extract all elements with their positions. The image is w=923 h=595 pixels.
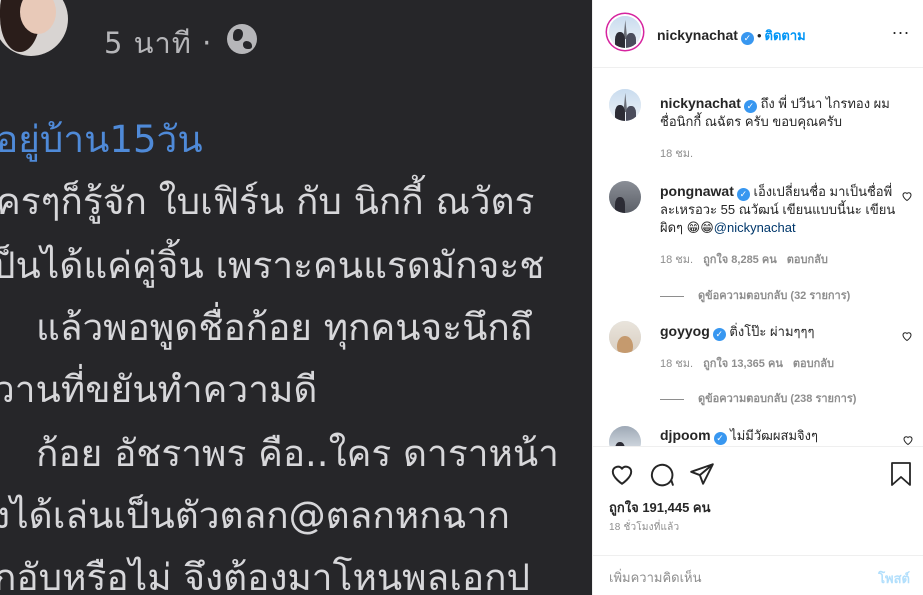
photo-text-line: แล้วพอพูดชื่อก้อย ทุกคนจะนึกถึ [36, 306, 533, 349]
share-paper-plane-icon[interactable] [689, 461, 715, 487]
separator-dot: • [756, 28, 762, 43]
caption: nickynachat ✓ ถึง พี่ ปวีนา ไกรทอง ผมชื่อ… [660, 94, 900, 131]
verified-badge-icon: ✓ [736, 188, 750, 201]
like-comment-icon[interactable] [901, 190, 913, 202]
photo-text-line: อยู่บ้าน15วัน [0, 118, 203, 161]
photo-text-line: งได้เล่นเป็นตัวตลก@ตลกหกฉาก [0, 494, 510, 537]
comment-item: pongnawat ✓ เอ็งเปลี่ยนชื่อ มาเป็นชื่อพี่… [660, 182, 900, 237]
view-replies-button[interactable]: ดูข้อความตอบกลับ (32 รายการ) [660, 286, 850, 304]
post-header: nickynachat ✓ • ติดตาม ... [593, 0, 923, 68]
post-timestamp[interactable]: 18 ชั่วโมงที่แล้ว [609, 520, 679, 535]
comment-username[interactable]: djpoom [660, 427, 711, 443]
comment-likes[interactable]: ถูกใจ 8,285 คน [703, 254, 777, 266]
post-actions-section: ถูกใจ 191,445 คน 18 ชั่วโมงที่แล้ว โพสต์ [593, 446, 923, 595]
photo-text-line: วานที่ขยันทำความดี [0, 368, 318, 411]
comment-meta: 18 ชม. ถูกใจ 8,285 คน ตอบกลับ [660, 250, 838, 268]
photo-text-line: ป็นได้แค่คู่จิ้น เพราะคนแรดมักจะช [0, 244, 545, 287]
verified-badge-icon: ✓ [712, 328, 726, 341]
photo-text-line: ก้อย อัชราพร คือ..ใคร ดาราหน้า [36, 432, 559, 475]
comment-username[interactable]: pongnawat [660, 183, 734, 199]
caption-username[interactable]: nickynachat [660, 95, 741, 111]
view-replies-label: ดูข้อความตอบกลับ (238 รายการ) [698, 393, 857, 405]
comment-meta: 18 ชม. ถูกใจ 13,365 คน ตอบกลับ [660, 354, 844, 372]
reply-button[interactable]: ตอบกลับ [793, 358, 834, 370]
photo-profile-avatar [0, 0, 68, 56]
commenter-avatar[interactable] [609, 321, 641, 353]
comment-item: djpoom ✓ ไม่มีวัฒผสมจิงๆ [660, 426, 900, 445]
bookmark-save-icon[interactable] [889, 461, 913, 487]
verified-badge-icon: ✓ [713, 432, 727, 445]
commenter-avatar[interactable] [609, 426, 641, 446]
photo-text-line: กอับหรือไม่ จึงต้องมาโหนพลเอกป [0, 556, 530, 595]
comment-item: goyyog ✓ ติ่งโป๊ะ ผ่ามๆๆๆ [660, 322, 900, 341]
author-avatar[interactable] [609, 16, 641, 48]
verified-badge-icon: ✓ [743, 100, 757, 113]
verified-badge-icon: ✓ [740, 32, 754, 45]
comment-text: ติ่งโป๊ะ ผ่ามๆๆๆ [729, 324, 815, 339]
reply-button[interactable]: ตอบกลับ [787, 254, 828, 266]
caption-avatar[interactable] [609, 89, 641, 121]
comment-text: ไม่มีวัฒผสมจิงๆ [730, 428, 818, 443]
add-comment-bar: โพสต์ [593, 555, 923, 595]
post-comment-button[interactable]: โพสต์ [878, 568, 910, 589]
post-likes-count[interactable]: ถูกใจ 191,445 คน [609, 497, 711, 518]
comment-likes[interactable]: ถูกใจ 13,365 คน [703, 358, 783, 370]
like-comment-icon[interactable] [902, 434, 914, 446]
like-heart-icon[interactable] [609, 461, 635, 487]
post-side-panel: nickynachat ✓ • ติดตาม ... nickynachat ✓ ถึง… [592, 0, 923, 595]
view-replies-button[interactable]: ดูข้อความตอบกลับ (238 รายการ) [660, 389, 856, 407]
photo-time-text: 5 นาที · [104, 26, 213, 60]
comment-item-clipped: djpoom ✓ ไม่มีวัฒผสมจิงๆ [593, 420, 923, 446]
like-comment-icon[interactable] [901, 330, 913, 342]
comment-bubble-icon[interactable] [649, 461, 675, 487]
add-comment-input[interactable] [609, 566, 849, 588]
follow-button[interactable]: ติดตาม [765, 28, 806, 43]
comment-time[interactable]: 18 ชม. [660, 358, 693, 370]
comment-mention[interactable]: @nickynachat [714, 220, 796, 235]
author-username[interactable]: nickynachat [657, 27, 738, 43]
commenter-avatar[interactable] [609, 181, 641, 213]
comment-time[interactable]: 18 ชม. [660, 254, 693, 266]
replies-divider [660, 398, 684, 400]
photo-text-line: ครๆก็รู้จัก ใบเฟิร์น กับ นิกกี้ ณวัตร [0, 180, 535, 223]
globe-icon [227, 24, 257, 54]
view-replies-label: ดูข้อความตอบกลับ (32 รายการ) [698, 290, 851, 302]
post-image[interactable]: 5 นาที · อยู่บ้าน15วัน ครๆก็รู้จัก ใบเฟิ… [0, 0, 592, 595]
replies-divider [660, 295, 684, 297]
caption-time[interactable]: 18 ชม. [660, 144, 693, 162]
more-options-icon[interactable]: ... [892, 18, 910, 39]
comment-username[interactable]: goyyog [660, 323, 710, 339]
